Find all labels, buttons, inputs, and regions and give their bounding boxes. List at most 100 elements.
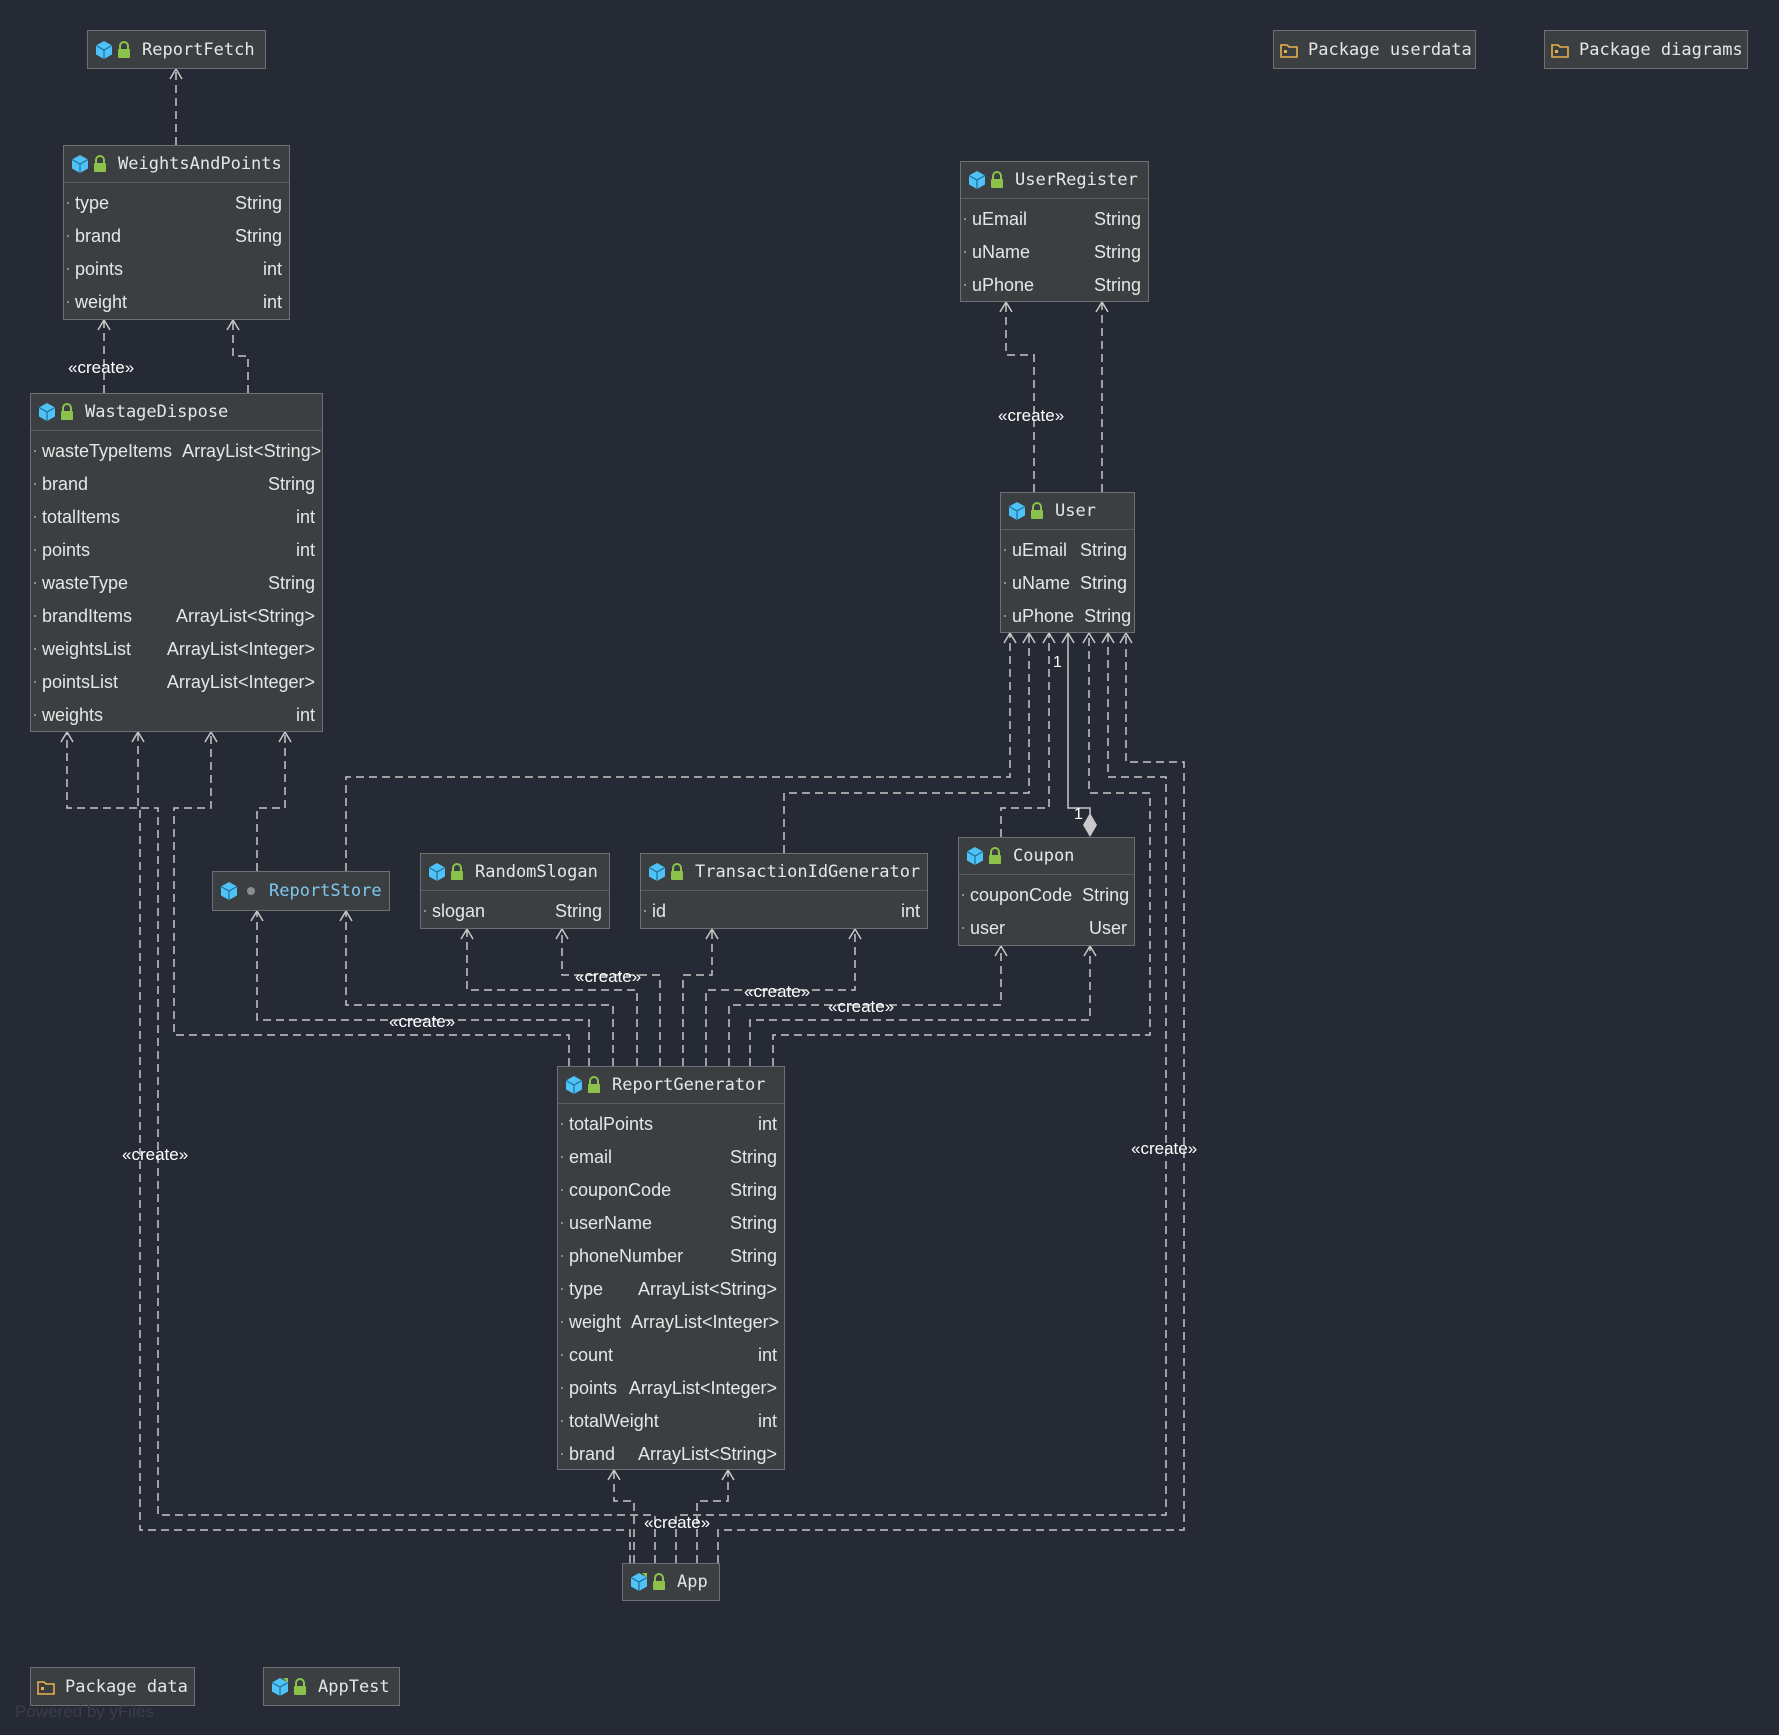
field-row: totalWeight int: [558, 1405, 784, 1438]
field-name: uName: [972, 242, 1031, 262]
edge-coupon-user: [1000, 633, 1050, 837]
field-type: int: [262, 292, 282, 312]
class-transactionidgenerator[interactable]: TransactionIdGenerator id int: [640, 853, 928, 929]
class-reportstore[interactable]: ReportStore: [212, 871, 390, 911]
package-diagrams[interactable]: Package diagrams: [1544, 30, 1748, 69]
field-row: userName String: [558, 1207, 784, 1240]
field-list: id int: [641, 890, 927, 928]
edge-reportstore-user: [345, 633, 1011, 871]
field-list: totalPoints int email String couponCode Str…: [558, 1103, 784, 1471]
edge-rg-randomslogan-1: [466, 929, 638, 1066]
field-type: String: [234, 193, 282, 213]
field-type: String: [1082, 885, 1130, 905]
field-name: id: [652, 901, 667, 921]
edge-app-rg-1: [613, 1470, 635, 1563]
field-row: uPhone String: [961, 269, 1148, 302]
field-name: uPhone: [972, 275, 1035, 295]
field-name: brand: [42, 474, 89, 494]
field-name: pointsList: [42, 672, 119, 692]
class-icon: [630, 1573, 648, 1591]
class-name: User: [1055, 501, 1096, 521]
field-row: phoneNumber String: [558, 1240, 784, 1273]
field-name: totalWeight: [569, 1411, 659, 1431]
field-row: weights int: [31, 699, 322, 732]
field-type: User: [1088, 918, 1127, 938]
edge-label-create: «create»: [998, 406, 1065, 425]
edge-rg-coupon-2: [749, 946, 1091, 1066]
lock-icon: [118, 40, 130, 58]
field-row: email String: [558, 1141, 784, 1174]
field-type: String: [267, 573, 315, 593]
class-icon: [966, 847, 984, 865]
class-randomslogan[interactable]: RandomSlogan slogan String: [420, 853, 610, 929]
class-icon: [220, 882, 238, 900]
field-row: uEmail String: [1001, 534, 1134, 567]
field-type: int: [757, 1345, 777, 1365]
class-coupon[interactable]: Coupon couponCode String user User: [958, 837, 1135, 946]
package-private-icon: [247, 887, 255, 895]
class-icon: [428, 863, 446, 881]
lock-icon: [61, 403, 73, 420]
class-reportgenerator[interactable]: ReportGenerator totalPoints int email Stri…: [557, 1066, 785, 1470]
field-row: type String: [64, 187, 289, 220]
field-name: weight: [75, 292, 128, 312]
class-name: Coupon: [1013, 846, 1075, 866]
field-name: uEmail: [972, 209, 1028, 229]
field-list: uEmail String uName String uPhone String: [961, 198, 1148, 302]
edge-user-userregister-1: [1005, 302, 1035, 492]
field-row: id int: [641, 895, 927, 928]
package-userdata[interactable]: Package userdata: [1273, 30, 1476, 69]
edge-rg-transactionid-1: [682, 929, 713, 1066]
field-name: type: [75, 193, 110, 213]
field-type: int: [262, 259, 282, 279]
field-name: slogan: [432, 901, 486, 921]
edge-wastagedispose-weightsandpoints-2: [232, 320, 249, 393]
lock-icon: [671, 863, 683, 880]
field-row: points int: [31, 534, 322, 567]
field-row: totalPoints int: [558, 1108, 784, 1141]
class-weightsandpoints[interactable]: WeightsAndPoints type String brand String …: [63, 145, 290, 320]
field-name: email: [569, 1147, 613, 1167]
field-row: brand String: [31, 468, 322, 501]
field-name: type: [569, 1279, 604, 1299]
class-name: TransactionIdGenerator: [695, 862, 921, 882]
field-type: String: [1079, 540, 1127, 560]
edge-app-user-2: [717, 633, 1185, 1563]
field-row: uPhone String: [1001, 600, 1134, 633]
package-data[interactable]: Package data: [30, 1667, 195, 1706]
field-type: String: [267, 474, 315, 494]
field-name: totalItems: [42, 507, 121, 527]
class-name: App: [677, 1572, 708, 1592]
lock-icon: [1031, 502, 1043, 519]
field-type: ArrayList<String>: [175, 606, 315, 626]
field-name: brand: [569, 1444, 616, 1464]
folder-icon: [37, 1680, 55, 1695]
class-icon: [71, 155, 89, 173]
field-row: points int: [64, 253, 289, 286]
class-wastagedispose[interactable]: WastageDispose wasteTypeItems ArrayList<S…: [30, 393, 323, 732]
lock-icon: [451, 863, 463, 880]
class-userregister[interactable]: UserRegister uEmail String uName String uP…: [960, 161, 1149, 302]
class-apptest[interactable]: AppTest: [263, 1667, 400, 1706]
field-name: weight: [569, 1312, 622, 1332]
edge-label-create: «create»: [744, 982, 811, 1001]
field-type: String: [554, 901, 602, 921]
field-type: String: [729, 1246, 777, 1266]
field-row: couponCode String: [558, 1174, 784, 1207]
field-type: int: [757, 1411, 777, 1431]
class-user[interactable]: User uEmail String uName String uPhone Stri…: [1000, 492, 1135, 633]
field-type: String: [729, 1147, 777, 1167]
field-name: weightsList: [42, 639, 132, 659]
class-name: RandomSlogan: [475, 862, 598, 882]
field-name: points: [569, 1378, 618, 1398]
class-reportfetch[interactable]: ReportFetch: [87, 30, 266, 69]
lock-icon: [991, 171, 1003, 188]
edge-label-create: «create»: [644, 1513, 711, 1532]
lock-icon: [588, 1076, 600, 1093]
field-name: phoneNumber: [569, 1246, 684, 1266]
field-name: uPhone: [1012, 606, 1075, 626]
field-type: String: [1080, 573, 1128, 593]
field-name: totalPoints: [569, 1114, 654, 1134]
field-row: points ArrayList<Integer>: [558, 1372, 784, 1405]
class-app[interactable]: App: [622, 1563, 720, 1601]
